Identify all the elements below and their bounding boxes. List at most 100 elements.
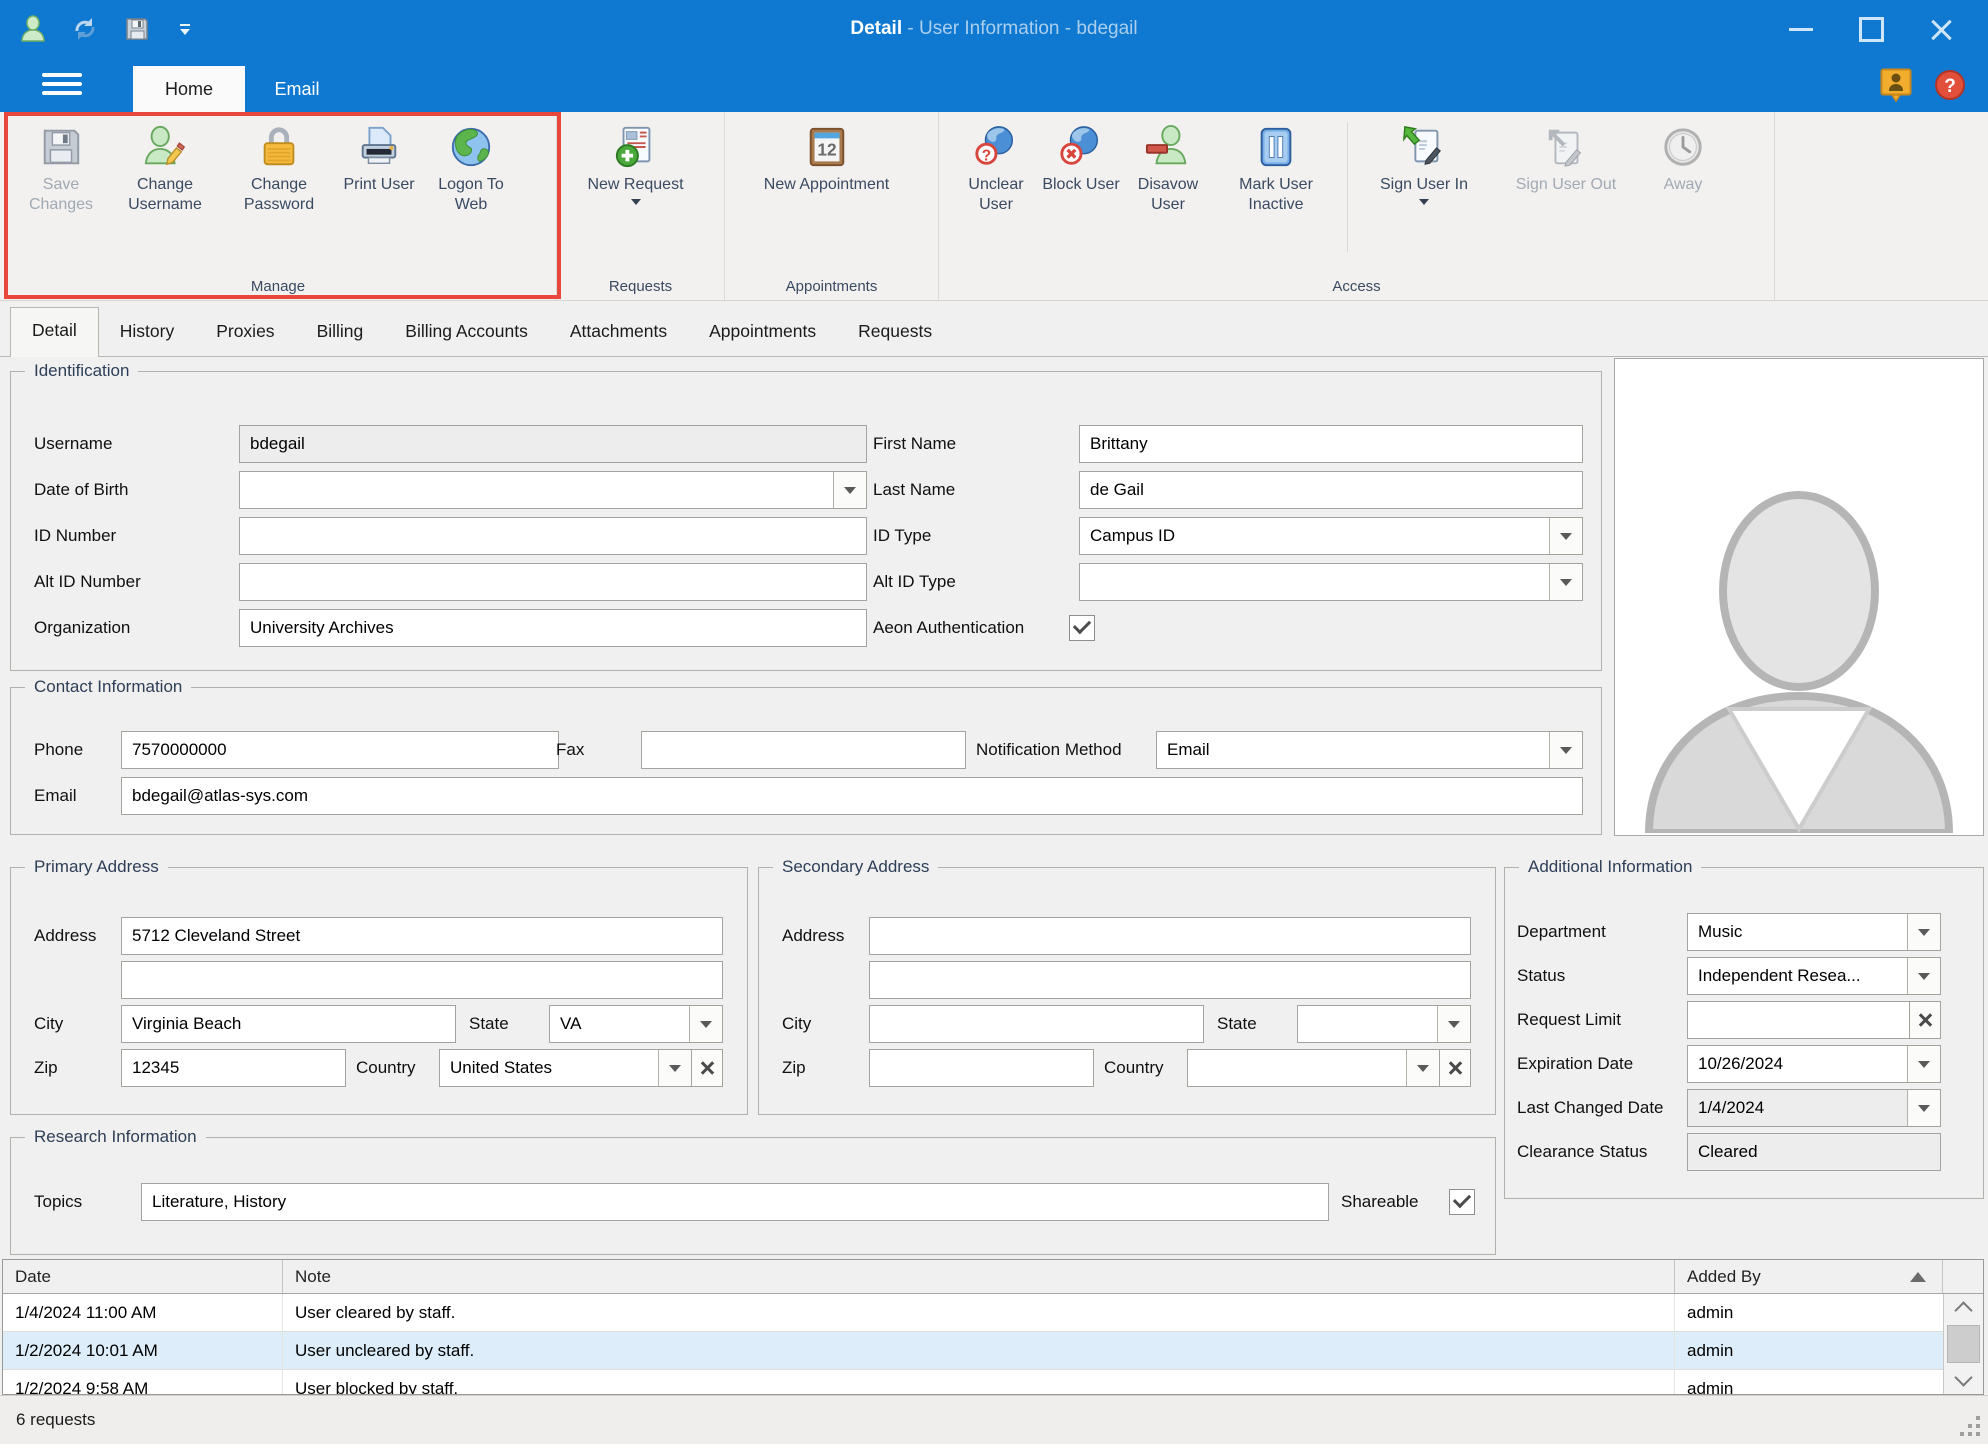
refresh-icon[interactable] — [70, 14, 100, 44]
secondary-country-dropdown-button[interactable] — [1406, 1050, 1439, 1086]
sign-user-in-button[interactable]: Sign User In — [1358, 120, 1490, 205]
scroll-down-icon[interactable] — [1954, 1368, 1972, 1386]
last-changed-date-combo[interactable]: 1/4/2024 — [1687, 1089, 1941, 1127]
request-limit-clear-button[interactable] — [1909, 1001, 1941, 1039]
sign-user-in-dropdown-icon[interactable] — [1419, 199, 1429, 205]
save-icon[interactable] — [122, 14, 152, 44]
change-username-button[interactable]: Change Username — [108, 120, 222, 215]
primary-country-clear-button[interactable] — [691, 1049, 723, 1087]
request-limit-field[interactable] — [1687, 1001, 1910, 1039]
ribbon-tab-home[interactable]: Home — [133, 66, 245, 112]
first-name-field[interactable]: Brittany — [1079, 425, 1583, 463]
research-legend: Research Information — [25, 1127, 206, 1147]
table-row[interactable]: 1/4/2024 11:00 AM User cleared by staff.… — [3, 1294, 1983, 1332]
scroll-up-icon[interactable] — [1954, 1301, 1972, 1319]
last-name-field[interactable]: de Gail — [1079, 471, 1583, 509]
secondary-state-dropdown-button[interactable] — [1437, 1006, 1470, 1042]
primary-city-field[interactable]: Virginia Beach — [121, 1005, 456, 1043]
new-request-button[interactable]: New Request — [563, 120, 709, 205]
table-row[interactable]: 1/2/2024 9:58 AM User blocked by staff. … — [3, 1370, 1983, 1395]
tab-billing[interactable]: Billing — [296, 309, 385, 356]
id-type-dropdown-button[interactable] — [1549, 518, 1582, 554]
clearance-status-field[interactable]: Cleared — [1687, 1133, 1941, 1171]
notification-method-dropdown-button[interactable] — [1549, 732, 1582, 768]
unclear-user-button[interactable]: ? Unclear User — [951, 120, 1041, 215]
primary-state-combo[interactable]: VA — [549, 1005, 723, 1043]
ribbon-tab-email[interactable]: Email — [252, 66, 342, 112]
tab-proxies[interactable]: Proxies — [195, 309, 295, 356]
primary-country-combo[interactable]: United States — [439, 1049, 692, 1087]
new-request-dropdown-icon[interactable] — [631, 199, 641, 205]
help-icon[interactable]: ? — [1934, 68, 1966, 102]
vertical-scrollbar[interactable] — [1943, 1294, 1983, 1394]
department-dropdown-button[interactable] — [1907, 914, 1940, 950]
minimize-button[interactable] — [1788, 16, 1814, 42]
aeon-authentication-checkbox[interactable] — [1069, 615, 1095, 641]
secondary-zip-field[interactable] — [869, 1049, 1094, 1087]
close-button[interactable] — [1928, 16, 1954, 42]
primary-zip-field[interactable]: 12345 — [121, 1049, 346, 1087]
block-user-button[interactable]: Block User — [1041, 120, 1121, 195]
last-changed-date-dropdown-button[interactable] — [1907, 1090, 1940, 1126]
sign-user-out-button[interactable]: Sign User Out — [1490, 120, 1642, 195]
logon-to-web-button[interactable]: Logon To Web — [422, 120, 520, 215]
status-combo[interactable]: Independent Resea... — [1687, 957, 1941, 995]
department-combo[interactable]: Music — [1687, 913, 1941, 951]
topics-field[interactable]: Literature, History — [141, 1183, 1329, 1221]
menu-icon[interactable] — [42, 73, 82, 95]
user-icon[interactable] — [18, 14, 48, 44]
primary-state-dropdown-button[interactable] — [689, 1006, 722, 1042]
secondary-country-combo[interactable] — [1187, 1049, 1440, 1087]
username-field[interactable]: bdegail — [239, 425, 867, 463]
tab-attachments[interactable]: Attachments — [549, 309, 688, 356]
chevron-down-icon — [1918, 929, 1930, 936]
fax-field[interactable] — [641, 731, 966, 769]
chevron-down-icon — [1918, 1105, 1930, 1112]
dob-combo[interactable] — [239, 471, 867, 509]
feedback-icon[interactable] — [1880, 68, 1912, 102]
primary-address1-field[interactable]: 5712 Cleveland Street — [121, 917, 723, 955]
expiration-date-combo[interactable]: 10/26/2024 — [1687, 1045, 1941, 1083]
secondary-address1-field[interactable] — [869, 917, 1471, 955]
dob-dropdown-button[interactable] — [833, 472, 866, 508]
new-appointment-button[interactable]: 12 New Appointment — [729, 120, 925, 195]
shareable-checkbox[interactable] — [1449, 1189, 1475, 1215]
away-button[interactable]: Away — [1642, 120, 1724, 195]
tab-billing-accounts[interactable]: Billing Accounts — [384, 309, 549, 356]
organization-field[interactable]: University Archives — [239, 609, 867, 647]
secondary-state-combo[interactable] — [1297, 1005, 1471, 1043]
status-dropdown-button[interactable] — [1907, 958, 1940, 994]
save-changes-button[interactable]: Save Changes — [14, 120, 108, 215]
primary-country-dropdown-button[interactable] — [658, 1050, 691, 1086]
table-row[interactable]: 1/2/2024 10:01 AM User uncleared by staf… — [3, 1332, 1983, 1370]
alt-id-type-dropdown-button[interactable] — [1549, 564, 1582, 600]
tab-history[interactable]: History — [99, 309, 195, 356]
maximize-button[interactable] — [1858, 16, 1884, 42]
expiration-date-dropdown-button[interactable] — [1907, 1046, 1940, 1082]
mark-user-inactive-button[interactable]: Mark User Inactive — [1215, 120, 1337, 215]
alt-id-number-field[interactable] — [239, 563, 867, 601]
print-user-button[interactable]: Print User — [336, 120, 422, 195]
secondary-city-field[interactable] — [869, 1005, 1204, 1043]
tab-requests[interactable]: Requests — [837, 309, 953, 356]
tab-appointments[interactable]: Appointments — [688, 309, 837, 356]
column-header-added-by[interactable]: Added By — [1675, 1260, 1943, 1293]
notification-method-combo[interactable]: Email — [1156, 731, 1583, 769]
scrollbar-thumb[interactable] — [1947, 1325, 1980, 1363]
resize-grip[interactable] — [1976, 1432, 1980, 1436]
column-header-note[interactable]: Note — [283, 1260, 1675, 1293]
id-number-field[interactable] — [239, 517, 867, 555]
id-type-combo[interactable]: Campus ID — [1079, 517, 1583, 555]
tab-detail[interactable]: Detail — [10, 307, 99, 357]
change-password-button[interactable]: Change Password — [222, 120, 336, 215]
disavow-user-button[interactable]: Disavow User — [1121, 120, 1215, 215]
alt-id-type-combo[interactable] — [1079, 563, 1583, 601]
phone-field[interactable]: 7570000000 — [121, 731, 559, 769]
email-field[interactable]: bdegail@atlas-sys.com — [121, 777, 1583, 815]
quick-access-more-icon[interactable] — [174, 14, 196, 44]
secondary-address2-field[interactable] — [869, 961, 1471, 999]
column-header-date[interactable]: Date — [3, 1260, 283, 1293]
padlock-icon — [256, 124, 302, 170]
secondary-country-clear-button[interactable] — [1439, 1049, 1471, 1087]
primary-address2-field[interactable] — [121, 961, 723, 999]
